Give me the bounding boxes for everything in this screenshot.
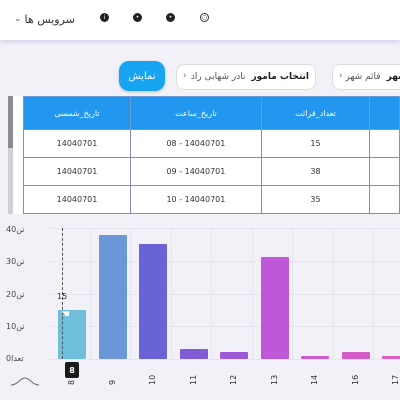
x-tick-label: 9 [107, 379, 117, 385]
gridline [170, 228, 172, 359]
city-label: شهر [386, 72, 400, 82]
gridline [332, 228, 334, 359]
x-tick-label: 14 [310, 374, 319, 385]
table-cell: 14040701 [22, 129, 132, 158]
y-tick-label: 20تن [6, 290, 25, 299]
table-cell: 15 [260, 129, 371, 158]
table-cell: 35 [260, 185, 371, 214]
chevron-down-icon: ⌄ [14, 14, 22, 24]
y-tick-label: 30تن [6, 257, 25, 266]
chevron-left-icon: ‹ [183, 71, 187, 81]
chart-bar[interactable] [220, 352, 248, 359]
top-bar: سرویس ها ⌄ i • • ○ [0, 0, 400, 40]
city-select[interactable]: شهر قائم شهر ‹ [332, 64, 400, 90]
column-header[interactable]: تاریخ_شمسی [22, 96, 132, 130]
chart-bar[interactable] [98, 234, 127, 359]
table-row[interactable]: 14040701 08 - 14040701 15 [22, 129, 400, 158]
table-scrollbar-thumb[interactable] [8, 96, 13, 148]
data-table: تاریخ_شمسی تاریخ_ساعت تعداد_قرائت 140407… [8, 96, 400, 214]
y-tick-label: 0تعدا [6, 354, 24, 363]
cursor-pointer-icon: ☚ [61, 309, 70, 320]
gridline [50, 228, 400, 229]
table-cell [369, 157, 400, 186]
show-button[interactable]: نمایش [119, 61, 165, 91]
chart-bar[interactable] [382, 355, 400, 359]
column-header[interactable]: تعداد_قرائت [260, 96, 371, 130]
settings-icon[interactable]: • [133, 13, 142, 22]
x-tick-label: 17 [391, 374, 400, 385]
gridline [50, 359, 400, 360]
column-header[interactable]: تاریخ_ساعت [130, 96, 262, 130]
x-tick-label: 13 [269, 374, 279, 385]
hover-x-label: 8 [65, 362, 79, 378]
gridline [89, 228, 91, 359]
services-dropdown[interactable]: سرویس ها ⌄ [14, 8, 75, 30]
x-tick-label: 12 [229, 374, 238, 385]
table-cell: 38 [260, 157, 371, 186]
city-value: قائم شهر [345, 72, 381, 82]
y-tick-label: 10تن [6, 322, 25, 331]
column-header [369, 96, 400, 130]
chart-bar[interactable] [260, 257, 289, 359]
x-tick-label: 16 [350, 374, 360, 385]
gridline [373, 228, 374, 359]
x-tick-label: 10 [148, 374, 157, 385]
globe-icon[interactable]: ○ [200, 13, 209, 22]
officer-label: انتخاب مامور [251, 72, 309, 82]
officer-value: نادر شهابی راد [190, 72, 246, 82]
table-cell: 08 - 14040701 [130, 129, 262, 158]
chart-bar[interactable] [341, 352, 370, 359]
gridline [130, 228, 131, 359]
y-tick-label: 40تن [6, 225, 25, 234]
table-row[interactable]: 14040701 10 - 14040701 35 [22, 185, 400, 214]
chart-bar[interactable] [179, 349, 208, 359]
x-tick-label: 11 [188, 374, 198, 385]
user-icon[interactable]: • [166, 13, 175, 22]
services-label: سرویس ها [24, 12, 75, 26]
table-row[interactable]: 14040701 09 - 14040701 38 [22, 157, 400, 186]
table-cell [369, 129, 400, 158]
table-cell [369, 185, 400, 214]
info-icon[interactable]: i [100, 13, 109, 22]
table-cell: 14040701 [22, 185, 132, 214]
x-tick-label: 8 [67, 379, 76, 385]
table-cell: 14040701 [22, 157, 132, 186]
minimap-wave-icon[interactable] [10, 376, 40, 386]
tooltip-value: 15 [57, 292, 68, 301]
chart-bar[interactable] [301, 355, 329, 359]
gridline [251, 228, 253, 359]
table-cell: 10 - 14040701 [130, 185, 262, 214]
table-cell: 09 - 14040701 [130, 157, 262, 186]
officer-select[interactable]: انتخاب مامور نادر شهابی راد ‹ [176, 64, 316, 90]
chevron-left-icon: ‹ [339, 71, 343, 81]
gridline [211, 228, 212, 359]
chart-bar[interactable] [139, 244, 167, 359]
gridline [292, 228, 293, 359]
